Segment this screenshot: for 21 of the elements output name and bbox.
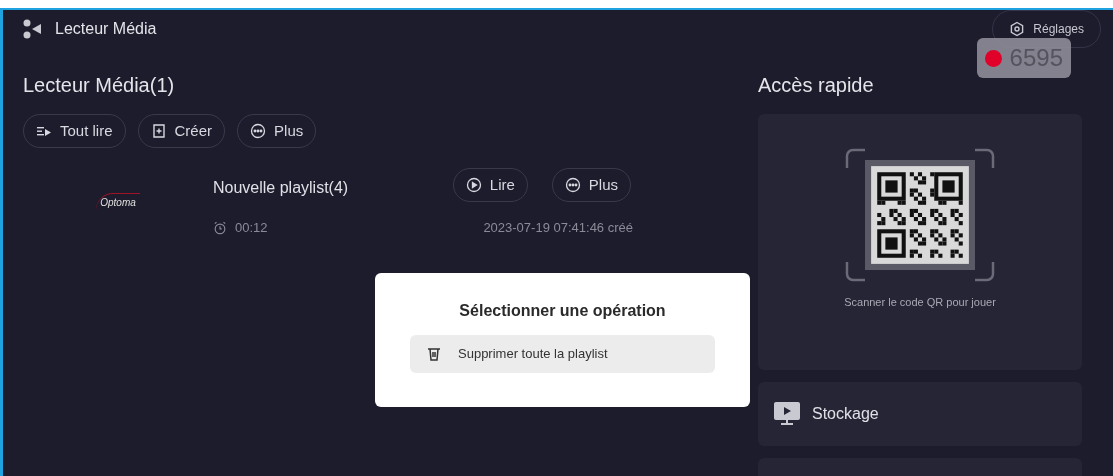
scan-frame-icon — [845, 148, 995, 282]
more-icon — [250, 123, 267, 139]
brand-logo: Optoma — [96, 193, 140, 211]
more-icon — [564, 177, 581, 193]
library-title: Lecteur Média(1) — [23, 73, 176, 98]
playlist-duration: 00:12 — [235, 219, 268, 237]
playlist-created: 2023-07-19 07:41:46 créé — [483, 219, 633, 237]
storage-card[interactable]: Stockage — [758, 382, 1082, 446]
alarm-clock-icon — [213, 220, 227, 235]
play-circle-icon — [465, 177, 482, 193]
dialog-title: Sélectionner une opération — [459, 301, 666, 321]
app-title: Lecteur Média — [55, 19, 157, 39]
monitor-play-icon — [774, 402, 800, 426]
trash-icon — [426, 346, 442, 362]
qr-caption: Scanner le code QR pour jouer — [844, 295, 996, 310]
quick-access-title: Accès rapide — [758, 73, 875, 98]
app-logo-icon — [23, 19, 43, 39]
add-square-icon — [150, 123, 167, 139]
settings-icon — [1009, 21, 1026, 37]
playlist-name: Nouvelle playlist(4) — [213, 178, 349, 198]
dialog-option[interactable]: Supprimer toute la playlist — [410, 335, 715, 373]
